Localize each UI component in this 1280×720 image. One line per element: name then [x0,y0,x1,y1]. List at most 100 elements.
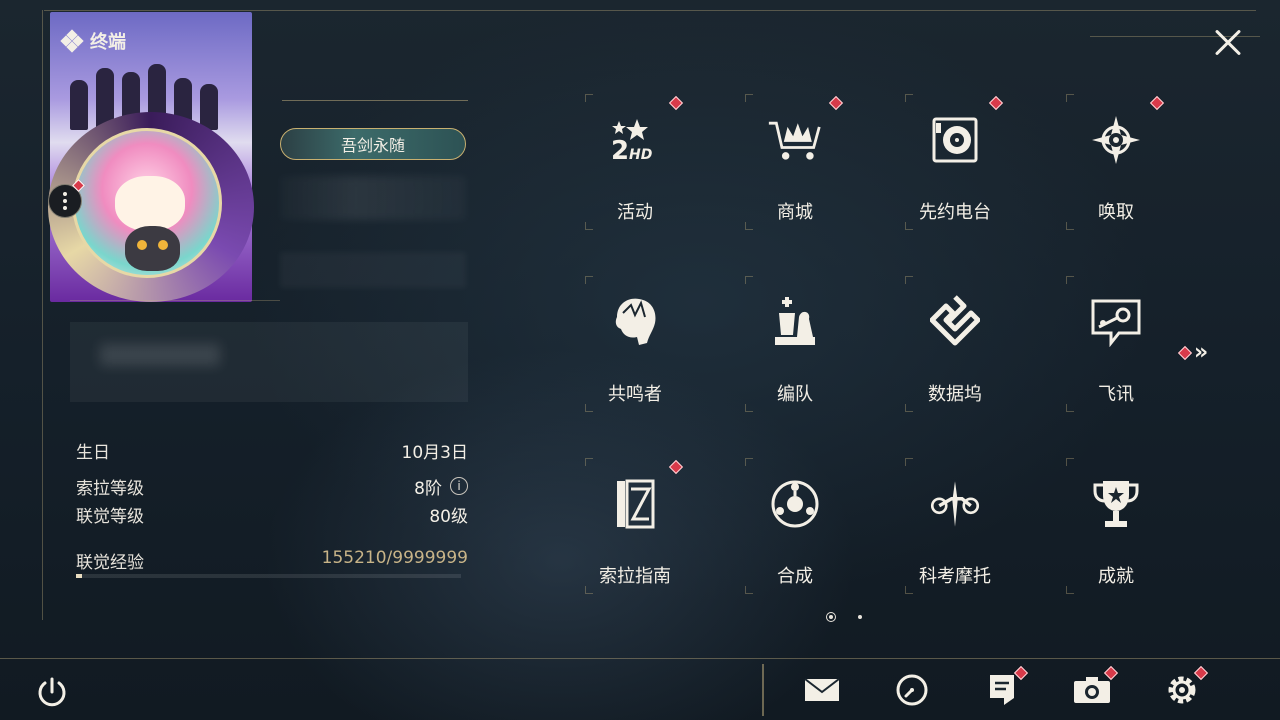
menu-item-label: 数据坞 [928,384,982,405]
menu-item-label: 共鸣者 [608,384,662,405]
event-2hd-icon: 2 HD [607,112,663,168]
menu-item-label: 活动 [617,202,653,223]
notification-badge [668,95,684,111]
corner-tick [1066,276,1074,284]
title-badge-text: 吾剑永随 [340,136,405,155]
double-chevron-right-icon: » [1194,340,1209,365]
notification-badge [988,95,1004,111]
stat-label: 联觉等级 [76,506,144,527]
records-button[interactable] [892,670,932,710]
page-dot[interactable] [858,615,862,619]
menu-item-compass-star[interactable]: 唤取 [1066,94,1166,230]
svg-text:2: 2 [611,136,629,165]
corner-tick [585,458,593,466]
guide-book-icon [607,476,663,532]
crown-cart-icon [767,112,823,168]
page-title-text: 终端 [90,32,126,53]
menu-item-data-dock[interactable]: 数据坞 [905,276,1005,412]
menu-item-label: 编队 [777,384,813,405]
compass-star-icon [1088,112,1144,168]
svg-text:HD: HD [629,147,652,163]
menu-item-label: 唤取 [1098,202,1134,223]
corner-tick [905,586,913,594]
camera-icon [1074,677,1110,703]
notification-badge [828,95,844,111]
chess-pieces-icon [767,294,823,350]
menu-item-event-2hd[interactable]: 2 HD 活动 [585,94,685,230]
next-page-button[interactable]: » [1177,340,1209,365]
stat-birthday: 生日 10月3日 [76,436,468,464]
corner-tick [1066,94,1074,102]
menu-item-motorbike[interactable]: 科考摩托 [905,458,1005,594]
menu-item-resonator-head[interactable]: 共鸣者 [585,276,685,412]
corner-tick [905,404,913,412]
menu-item-label: 合成 [777,566,813,587]
corner-tick [585,276,593,284]
resonator-head-icon [607,294,663,350]
stat-label: 生日 [76,442,110,463]
corner-tick [745,404,753,412]
corner-tick [1066,222,1074,230]
power-button[interactable] [34,674,70,710]
next-page-badge [1177,345,1193,360]
chat-bubble-icon [1088,294,1144,350]
notice-button[interactable] [982,665,1029,710]
corner-tick [585,94,593,102]
corner-tick [1066,404,1074,412]
avatar[interactable] [72,128,222,278]
menu-item-guide-book[interactable]: 索拉指南 [585,458,685,594]
corner-tick [745,222,753,230]
trophy-icon [1088,476,1144,532]
menu-item-label: 索拉指南 [599,566,671,587]
corner-tick [905,276,913,284]
profile-stats: 生日 10月3日 索拉等级 8阶 i 联觉等级 80级 联觉经验 155210/… [76,436,468,578]
page-dot-active[interactable] [826,612,836,622]
title-separator [282,100,468,101]
mail-button[interactable] [802,670,842,710]
exp-progress-bar [76,574,461,578]
photo-button[interactable] [1072,665,1119,710]
corner-tick [745,458,753,466]
info-icon[interactable]: i [450,477,468,495]
player-id-blurred [280,252,466,288]
corner-tick [585,586,593,594]
exp-row: 联觉经验 155210/9999999 [76,548,468,573]
signature-box-blurred[interactable] [70,322,468,402]
menu-item-synthesis[interactable]: 合成 [745,458,845,594]
menu-item-label: 科考摩托 [919,566,991,587]
menu-item-chat-bubble[interactable]: 飞讯 [1066,276,1166,412]
exp-label: 联觉经验 [76,553,144,573]
menu-item-label: 成就 [1098,566,1134,587]
frame-left-line [42,10,43,620]
menu-item-chess-pieces[interactable]: 编队 [745,276,845,412]
menu-item-label: 商城 [777,202,813,223]
close-button[interactable] [1208,22,1248,62]
page-indicator [826,612,862,622]
corner-tick [1066,586,1074,594]
bottom-bar-divider [762,664,764,716]
stat-union-level: 联觉等级 80级 [76,500,468,528]
stat-value: 80级 [429,506,468,527]
notification-badge [668,459,684,475]
corner-tick [585,222,593,230]
notification-badge [1149,95,1165,111]
menu-item-trophy[interactable]: 成就 [1066,458,1166,594]
corner-tick [905,222,913,230]
corner-tick [585,404,593,412]
stat-label: 索拉等级 [76,478,144,499]
corner-tick [745,276,753,284]
radio-disc-icon [927,112,983,168]
frame-top-line [44,10,1256,11]
motorbike-icon [927,476,983,532]
clock-icon [896,674,928,706]
menu-item-crown-cart[interactable]: 商城 [745,94,845,230]
power-icon [38,677,66,707]
gear-icon [1168,676,1196,704]
profile-separator [70,300,280,301]
menu-item-label: 飞讯 [1098,384,1134,405]
menu-item-radio-disc[interactable]: 先约电台 [905,94,1005,230]
title-badge[interactable]: 吾剑永随 [280,128,466,160]
settings-button[interactable] [1162,665,1209,710]
stat-sola-level: 索拉等级 8阶 i [76,472,468,500]
corner-tick [745,586,753,594]
